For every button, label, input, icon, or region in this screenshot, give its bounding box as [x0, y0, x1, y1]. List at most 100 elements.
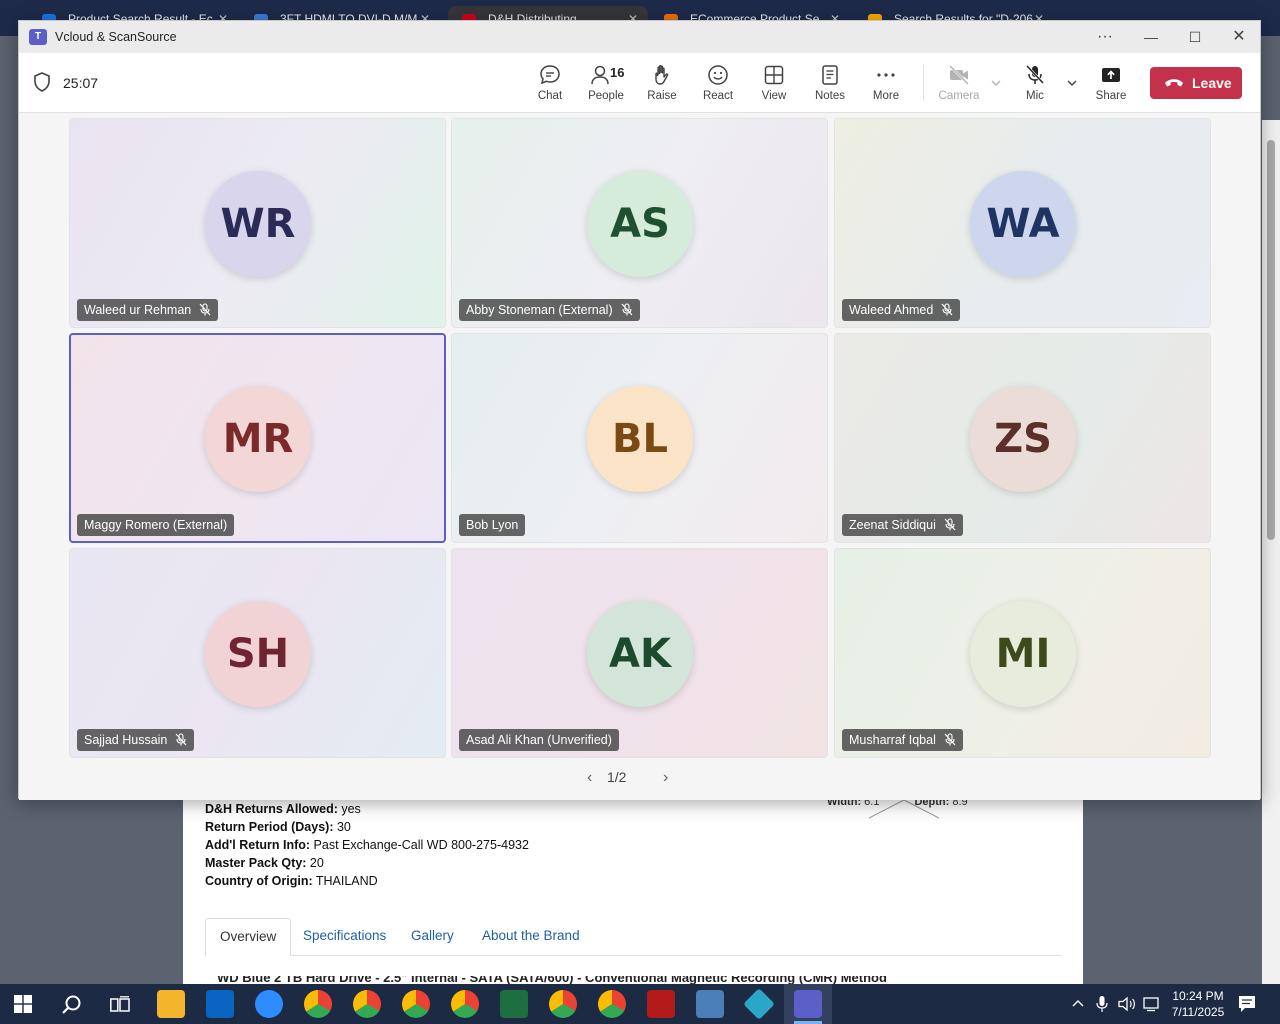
- muted-mic-icon: [199, 303, 211, 316]
- avatar: MI: [970, 601, 1076, 707]
- page-indicator: 1/2: [607, 769, 627, 785]
- network-icon[interactable]: [1143, 996, 1161, 1012]
- participant-name: Abby Stoneman (External): [459, 299, 640, 321]
- participant-tile-active-speaker[interactable]: MR Maggy Romero (External): [69, 333, 446, 543]
- chrome-profile-icon[interactable]: [402, 990, 430, 1018]
- mic-button[interactable]: Mic: [1007, 61, 1063, 109]
- tab-gallery[interactable]: Gallery: [397, 918, 468, 956]
- tab-about-brand[interactable]: About the Brand: [468, 918, 594, 956]
- ellipsis-icon: [877, 73, 895, 77]
- avatar: WA: [970, 171, 1076, 277]
- filezilla-icon[interactable]: [647, 990, 675, 1018]
- calculator-icon[interactable]: [696, 990, 724, 1018]
- spec-row: D&H Returns Allowed: yes: [205, 802, 361, 816]
- camera-options-chevron-down-icon[interactable]: [988, 75, 1004, 91]
- mic-options-chevron-down-icon[interactable]: [1064, 75, 1080, 91]
- chat-button[interactable]: Chat: [522, 61, 578, 109]
- chrome-profile-icon[interactable]: [549, 990, 577, 1018]
- camera-button[interactable]: Camera: [931, 61, 987, 109]
- previous-page-chevron-left-icon[interactable]: ‹: [587, 769, 592, 787]
- participant-name: Waleed ur Rehman: [77, 299, 219, 321]
- spec-row: Return Period (Days): 30: [205, 820, 351, 834]
- close-window-icon[interactable]: ✕: [1219, 25, 1259, 49]
- zoom-icon[interactable]: [255, 990, 283, 1018]
- grid-view-icon: [764, 65, 784, 85]
- notes-icon: [822, 65, 838, 85]
- people-count-badge: 16: [610, 65, 625, 80]
- system-clock[interactable]: 10:24 PM 7/11/2025: [1164, 988, 1232, 1020]
- teams-icon: [794, 990, 822, 1018]
- maximize-icon[interactable]: ☐: [1175, 25, 1215, 49]
- teams-logo-icon: T: [29, 29, 47, 45]
- chat-icon: [540, 65, 560, 85]
- meeting-toolbar: 25:07 Chat 16 People Raise React View No…: [19, 53, 1260, 113]
- windows-taskbar: 10:24 PM 7/11/2025: [0, 984, 1280, 1024]
- tray-chevron-up-icon[interactable]: [1071, 998, 1085, 1008]
- participant-tile[interactable]: SH Sajjad Hussain: [69, 548, 446, 758]
- avatar: SH: [205, 601, 311, 707]
- participant-tile[interactable]: WA Waleed Ahmed: [834, 118, 1211, 328]
- avatar: MR: [205, 386, 311, 492]
- outlook-icon[interactable]: [206, 990, 234, 1018]
- muted-mic-icon: [175, 733, 187, 746]
- toolbar-divider: [923, 65, 924, 101]
- participant-name: Zeenat Siddiqui: [842, 514, 963, 536]
- muted-mic-icon: [621, 303, 633, 316]
- react-button[interactable]: React: [690, 61, 746, 109]
- share-screen-icon: [1102, 68, 1120, 82]
- notes-button[interactable]: Notes: [802, 61, 858, 109]
- chrome-profile-icon[interactable]: [451, 990, 479, 1018]
- notifications-icon[interactable]: [1238, 995, 1256, 1013]
- participant-tile[interactable]: MI Musharraf Iqbal: [834, 548, 1211, 758]
- avatar: AS: [587, 171, 693, 277]
- leave-button[interactable]: Leave: [1150, 67, 1242, 99]
- file-explorer-icon[interactable]: [157, 990, 185, 1018]
- minimize-icon[interactable]: —: [1131, 25, 1171, 49]
- participant-name: Musharraf Iqbal: [842, 729, 963, 751]
- participant-tile[interactable]: WR Waleed ur Rehman: [69, 118, 446, 328]
- participant-name: Bob Lyon: [459, 514, 526, 536]
- view-button[interactable]: View: [746, 61, 802, 109]
- participant-tile[interactable]: AS Abby Stoneman (External): [451, 118, 828, 328]
- chrome-profile-icon[interactable]: [598, 990, 626, 1018]
- next-page-chevron-right-icon[interactable]: ›: [663, 769, 668, 787]
- people-button[interactable]: 16 People: [578, 61, 634, 109]
- participant-name: Waleed Ahmed: [842, 299, 961, 321]
- raise-hand-button[interactable]: Raise: [634, 61, 690, 109]
- more-options-icon[interactable]: ···: [1085, 25, 1125, 49]
- page-scrollbar[interactable]: [1262, 120, 1280, 984]
- window-titlebar: T Vcloud & ScanSource ··· — ☐ ✕: [19, 21, 1260, 53]
- scrollbar-thumb[interactable]: [1267, 140, 1275, 540]
- gallery-pager: ‹ 1/2 ›: [587, 769, 668, 786]
- microphone-tray-icon[interactable]: [1096, 995, 1108, 1013]
- teams-taskbar-active[interactable]: [784, 984, 832, 1024]
- product-tabs: Overview Specifications Gallery About th…: [205, 918, 1061, 956]
- avatar: AK: [587, 601, 693, 707]
- avatar: ZS: [970, 386, 1076, 492]
- window-title: Vcloud & ScanSource: [55, 30, 177, 44]
- teams-meeting-window: T Vcloud & ScanSource ··· — ☐ ✕ 25:07 Ch…: [18, 20, 1261, 800]
- share-button[interactable]: Share: [1083, 61, 1139, 109]
- volume-icon[interactable]: [1118, 996, 1136, 1012]
- muted-mic-icon: [941, 303, 953, 316]
- tab-overview[interactable]: Overview: [205, 918, 292, 956]
- participant-tile[interactable]: AK Asad Ali Khan (Unverified): [451, 548, 828, 758]
- chrome-profile-icon[interactable]: [353, 990, 381, 1018]
- remote-app-icon[interactable]: [743, 988, 775, 1020]
- participant-name: Maggy Romero (External): [77, 514, 235, 536]
- avatar: BL: [587, 386, 693, 492]
- participant-tile[interactable]: ZS Zeenat Siddiqui: [834, 333, 1211, 543]
- tab-specifications[interactable]: Specifications: [289, 918, 400, 956]
- excel-icon[interactable]: [500, 990, 528, 1018]
- chrome-icon[interactable]: [304, 990, 332, 1018]
- windows-start-icon[interactable]: [14, 995, 32, 1013]
- search-icon[interactable]: [61, 994, 83, 1016]
- avatar: WR: [205, 171, 311, 277]
- participant-tile[interactable]: BL Bob Lyon: [451, 333, 828, 543]
- task-view-icon[interactable]: [110, 996, 130, 1014]
- shield-icon: [34, 72, 50, 92]
- more-button[interactable]: More: [858, 61, 914, 109]
- hang-up-icon: [1165, 79, 1183, 87]
- muted-mic-icon: [944, 518, 956, 531]
- product-title: WD Blue 2 TB Hard Drive - 2.5" Internal …: [217, 976, 887, 984]
